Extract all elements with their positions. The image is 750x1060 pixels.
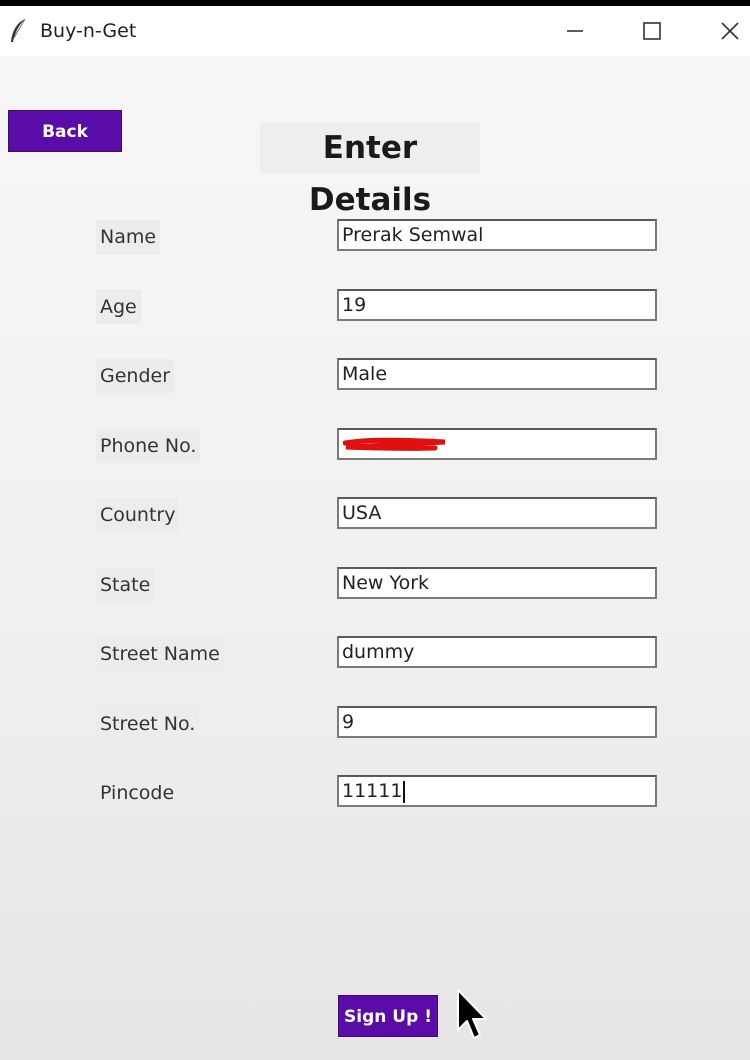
gender-field[interactable]: Male [337,358,657,390]
pincode-label: Pincode [96,776,179,810]
phone-label: Phone No. [96,429,201,463]
close-icon [721,22,739,40]
text-caret [403,780,406,803]
gender-label: Gender [96,359,175,393]
street-name-label: Street Name [96,637,224,671]
maximize-button[interactable] [622,6,682,56]
app-window: Buy-n-Get Back Enter Details Name Prerak… [0,6,750,1060]
page-title: Enter Details [260,122,480,218]
name-field[interactable]: Prerak Semwal [337,219,657,251]
street-name-field[interactable]: dummy [337,636,657,668]
back-button[interactable]: Back [8,110,122,152]
feather-icon [8,18,28,44]
state-field[interactable]: New York [337,567,657,599]
pincode-field[interactable]: 11111 [337,775,657,807]
street-no-field[interactable]: 9 [337,706,657,738]
age-label: Age [96,290,141,324]
maximize-icon [643,22,661,40]
minimize-icon [567,30,583,32]
window-title: Buy-n-Get [40,20,137,42]
minimize-button[interactable] [545,6,605,56]
country-field[interactable]: USA [337,497,657,529]
close-button[interactable] [700,6,750,56]
age-field[interactable]: 19 [337,289,657,321]
mouse-pointer-icon [457,989,487,1039]
street-no-label: Street No. [96,707,200,741]
redaction-scribble [343,437,446,451]
country-label: Country [96,498,180,532]
phone-field[interactable] [337,428,657,460]
name-label: Name [96,220,161,254]
form-area: Back Enter Details Name Prerak Semwal Ag… [0,56,750,1060]
sign-up-button[interactable]: Sign Up ! [338,995,438,1037]
pincode-value: 11111 [342,780,403,802]
state-label: State [96,568,155,602]
title-bar: Buy-n-Get [0,6,750,56]
